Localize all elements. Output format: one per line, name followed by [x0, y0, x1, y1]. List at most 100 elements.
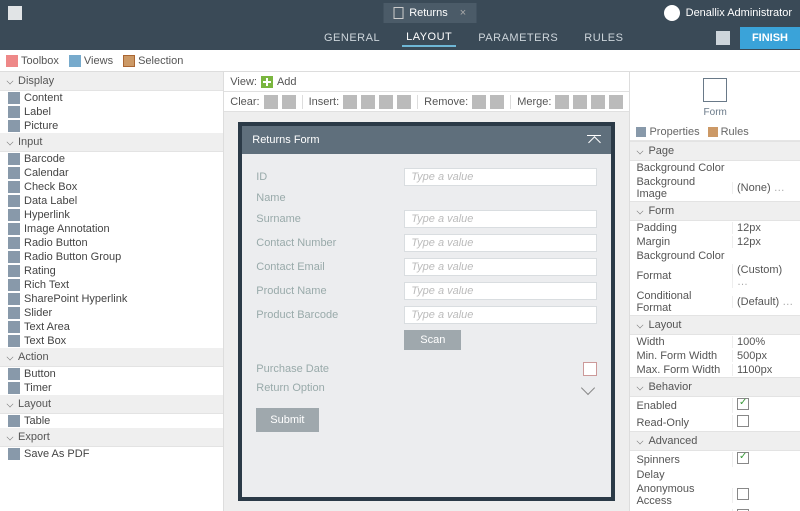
control-barcode[interactable]: Barcode — [0, 152, 223, 166]
control-textbox[interactable]: Text Box — [0, 334, 223, 348]
insert-4-icon[interactable] — [397, 95, 411, 109]
prop-min-width-value[interactable]: 500px — [732, 350, 794, 362]
views-button[interactable]: Views — [69, 55, 113, 67]
merge-1-icon[interactable] — [555, 95, 569, 109]
control-calendar[interactable]: Calendar — [0, 166, 223, 180]
group-export[interactable]: Export — [0, 428, 223, 447]
remove-row-icon[interactable] — [472, 95, 486, 109]
prop-group-advanced[interactable]: Advanced — [630, 431, 800, 451]
control-timer[interactable]: Timer — [0, 381, 223, 395]
prop-spinners-checkbox[interactable] — [737, 452, 749, 464]
prop-bg-image: Background Image — [636, 176, 728, 200]
textarea-icon — [8, 321, 20, 333]
form-header[interactable]: Returns Form — [242, 126, 611, 154]
prop-cond-format: Conditional Format — [636, 290, 728, 314]
merge-4-icon[interactable] — [609, 95, 623, 109]
group-action[interactable]: Action — [0, 348, 223, 367]
group-input[interactable]: Input — [0, 133, 223, 152]
datalabel-icon — [8, 195, 20, 207]
field-id-input[interactable]: Type a value — [404, 168, 597, 186]
prop-group-page[interactable]: Page — [630, 141, 800, 161]
insert-3-icon[interactable] — [379, 95, 393, 109]
control-slider[interactable]: Slider — [0, 306, 223, 320]
save-icon[interactable] — [716, 31, 730, 45]
prop-group-layout[interactable]: Layout — [630, 315, 800, 335]
remove-label: Remove: — [424, 96, 468, 108]
document-tab-returns[interactable]: Returns × — [383, 3, 476, 23]
hyperlink-icon — [8, 209, 20, 221]
merge-2-icon[interactable] — [573, 95, 587, 109]
prop-format-value[interactable]: (Custom) … — [732, 264, 794, 288]
content-icon — [8, 92, 20, 104]
dropdown-chevron-icon[interactable] — [581, 381, 595, 395]
document-icon — [393, 7, 403, 19]
field-contact-number-input[interactable]: Type a value — [404, 234, 597, 252]
submit-button[interactable]: Submit — [256, 408, 318, 432]
prop-bg-image-value[interactable]: (None) … — [732, 182, 794, 194]
scan-button[interactable]: Scan — [404, 330, 461, 350]
control-content[interactable]: Content — [0, 91, 223, 105]
insert-2-icon[interactable] — [361, 95, 375, 109]
field-surname-input[interactable]: Type a value — [404, 210, 597, 228]
group-display[interactable]: Display — [0, 72, 223, 91]
add-icon[interactable] — [261, 76, 273, 88]
control-rating[interactable]: Rating — [0, 264, 223, 278]
menu-layout[interactable]: LAYOUT — [402, 29, 456, 47]
prop-max-width-value[interactable]: 1100px — [732, 364, 794, 376]
menu-rules[interactable]: RULES — [580, 30, 627, 46]
field-product-name-input[interactable]: Type a value — [404, 282, 597, 300]
control-checkbox[interactable]: Check Box — [0, 180, 223, 194]
control-radio-group[interactable]: Radio Button Group — [0, 250, 223, 264]
control-datalabel[interactable]: Data Label — [0, 194, 223, 208]
field-contact-email-input[interactable]: Type a value — [404, 258, 597, 276]
prop-group-form[interactable]: Form — [630, 201, 800, 221]
control-richtext[interactable]: Rich Text — [0, 278, 223, 292]
prop-width-value[interactable]: 100% — [732, 336, 794, 348]
prop-readonly-checkbox[interactable] — [737, 415, 749, 427]
prop-enabled-checkbox[interactable] — [737, 398, 749, 410]
control-sp-hyperlink[interactable]: SharePoint Hyperlink — [0, 292, 223, 306]
remove-col-icon[interactable] — [490, 95, 504, 109]
control-save-pdf[interactable]: Save As PDF — [0, 447, 223, 461]
close-icon[interactable]: × — [460, 7, 466, 19]
control-picture[interactable]: Picture — [0, 119, 223, 133]
form-shell[interactable]: Returns Form IDType a value Name Surname… — [238, 122, 615, 501]
field-contact-email-label: Contact Email — [256, 261, 396, 273]
merge-3-icon[interactable] — [591, 95, 605, 109]
prop-readonly: Read-Only — [636, 417, 728, 429]
user-name: Denallix Administrator — [686, 7, 792, 19]
add-label[interactable]: Add — [277, 76, 297, 88]
menu-parameters[interactable]: PARAMETERS — [474, 30, 562, 46]
group-layout[interactable]: Layout — [0, 395, 223, 414]
collapse-icon[interactable] — [587, 135, 601, 145]
control-button[interactable]: Button — [0, 367, 223, 381]
clear-row-icon[interactable] — [264, 95, 278, 109]
prop-cond-format-value[interactable]: (Default) … — [732, 296, 794, 308]
field-product-barcode-input[interactable]: Type a value — [404, 306, 597, 324]
tab-properties[interactable]: Properties — [636, 126, 699, 138]
calendar-picker-icon[interactable] — [583, 362, 597, 376]
design-canvas[interactable]: Returns Form IDType a value Name Surname… — [224, 112, 629, 511]
field-contact-number-label: Contact Number — [256, 237, 396, 249]
insert-1-icon[interactable] — [343, 95, 357, 109]
label-icon — [8, 106, 20, 118]
prop-margin-value[interactable]: 12px — [732, 236, 794, 248]
control-textarea[interactable]: Text Area — [0, 320, 223, 334]
tab-rules[interactable]: Rules — [708, 126, 749, 138]
prop-group-behavior[interactable]: Behavior — [630, 377, 800, 397]
avatar-icon[interactable] — [664, 5, 680, 21]
control-table[interactable]: Table — [0, 414, 223, 428]
finish-button[interactable]: FINISH — [740, 27, 800, 49]
control-radio[interactable]: Radio Button — [0, 236, 223, 250]
menu-general[interactable]: GENERAL — [320, 30, 384, 46]
table-icon — [8, 415, 20, 427]
control-image-annotation[interactable]: Image Annotation — [0, 222, 223, 236]
clear-col-icon[interactable] — [282, 95, 296, 109]
prop-margin: Margin — [636, 236, 728, 248]
control-hyperlink[interactable]: Hyperlink — [0, 208, 223, 222]
toolbox-button[interactable]: Toolbox — [6, 55, 59, 67]
prop-padding-value[interactable]: 12px — [732, 222, 794, 234]
control-label[interactable]: Label — [0, 105, 223, 119]
selection-button[interactable]: Selection — [123, 55, 183, 67]
prop-anon-checkbox[interactable] — [737, 488, 749, 500]
